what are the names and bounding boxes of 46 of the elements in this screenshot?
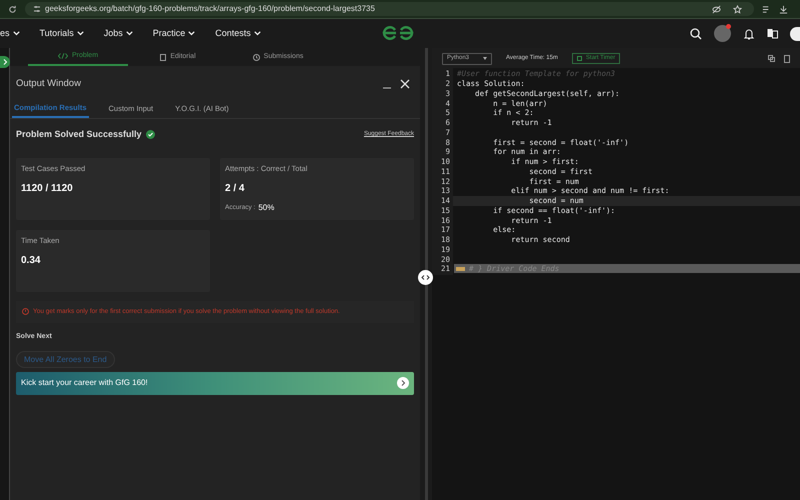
star-icon[interactable] [733, 4, 742, 14]
nav-menu[interactable]: Practice [152, 26, 196, 40]
chevron-down-icon [12, 31, 20, 36]
chevron-down-icon [76, 31, 84, 36]
chevron-down-icon [254, 31, 261, 36]
copy-icon[interactable] [768, 55, 775, 62]
clock-icon [252, 54, 260, 60]
url-text: geeksforgeeks.org/batch/gfg-160-problems/track/arrays-gfg-160/problem/second-largest3735 [45, 3, 375, 15]
search-icon[interactable] [690, 28, 702, 40]
fold-marker-icon[interactable] [456, 266, 465, 271]
timer-icon [576, 56, 582, 61]
site-settings-icon[interactable] [33, 5, 41, 13]
reload-icon[interactable] [8, 4, 17, 14]
logo-icon[interactable] [382, 25, 414, 41]
avatar-icon[interactable] [714, 25, 731, 42]
promo-banner[interactable]: Kick start your career with GfG 160! [16, 372, 414, 394]
chevron-right-icon [2, 59, 8, 65]
bell-icon[interactable] [743, 28, 755, 40]
download-icon[interactable] [779, 4, 788, 14]
file-icon[interactable] [784, 54, 790, 62]
resize-arrows-icon [421, 275, 430, 280]
document-icon [160, 54, 166, 60]
close-icon[interactable] [400, 79, 410, 89]
check-circle-icon [146, 130, 155, 140]
nav-menu[interactable]: Tutorials [40, 26, 84, 40]
accuracy-value: 50% [258, 202, 274, 214]
chevron-down-icon [188, 31, 196, 36]
nav-menu[interactable]: Jobs [104, 26, 133, 40]
code-icon [58, 53, 68, 59]
caret-icon [483, 57, 487, 60]
expand-button[interactable] [0, 56, 10, 68]
panel-title: Output Window [16, 76, 81, 91]
card-value: 1120 / 1120 [21, 182, 74, 196]
nav-menu[interactable]: es [0, 26, 20, 40]
chevron-circle-icon[interactable] [397, 377, 409, 389]
card-value: 2 / 4 [225, 182, 246, 196]
alert-icon [22, 308, 29, 315]
playlist-icon[interactable] [762, 4, 771, 14]
chevron-down-icon [126, 31, 133, 36]
card-value: 0.34 [21, 254, 42, 268]
banner-text: Kick start your career with GfG 160! [21, 377, 148, 389]
address-bar[interactable]: geeksforgeeks.org/batch/gfg-160-problems/track/arrays-gfg-160/problem/second-largest3735 [25, 2, 754, 16]
status-text: Problem Solved Successfully [16, 128, 142, 141]
eye-off-icon[interactable] [712, 4, 721, 14]
resize-handle[interactable] [418, 270, 433, 285]
nav-menu[interactable]: Contests [215, 26, 261, 40]
